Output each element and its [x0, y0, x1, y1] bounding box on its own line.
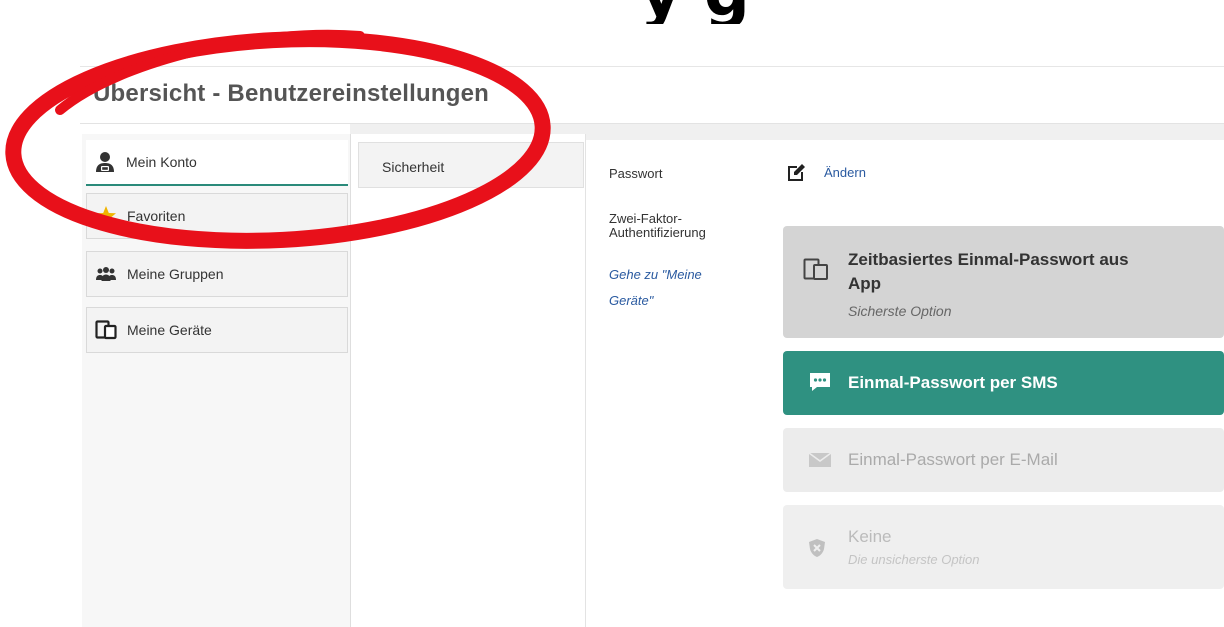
option-subtitle: Die unsicherste Option — [848, 552, 980, 567]
envelope-icon — [808, 452, 832, 473]
twofa-label-line2: Authentifizierung — [609, 225, 706, 240]
shield-x-icon — [808, 538, 826, 563]
tab-sicherheit[interactable]: Sicherheit — [358, 142, 584, 188]
option-title-line2: App — [848, 274, 882, 293]
sidebar-item-label: Meine Gruppen — [127, 266, 224, 282]
goto-devices-link-line1: Gehe zu "Meine — [609, 267, 702, 282]
page-title: Übersicht - Benutzereinstellungen — [93, 80, 489, 107]
change-password-link[interactable]: Ändern — [824, 165, 866, 180]
option-title: Einmal-Passwort per SMS — [848, 373, 1058, 392]
twofa-label-line1: Zwei-Faktor- — [609, 211, 682, 226]
sidebar-item-meine-geraete[interactable]: Meine Geräte — [86, 307, 348, 353]
sidebar-item-mein-konto[interactable]: Mein Konto — [86, 140, 348, 186]
sms-icon — [808, 371, 832, 398]
option-title: Zeitbasiertes Einmal-Passwort aus App — [848, 248, 1178, 296]
option-title: Keine — [848, 527, 892, 546]
option-email[interactable]: Einmal-Passwort per E-Mail — [783, 428, 1224, 492]
group-icon — [95, 263, 117, 285]
sidebar-item-favoriten[interactable]: Favoriten — [86, 193, 348, 239]
star-icon — [95, 205, 117, 227]
twofa-label: Zwei-Faktor- Authentifizierung — [609, 212, 706, 240]
option-title: Einmal-Passwort per E-Mail — [848, 450, 1058, 469]
sidebar-item-label: Mein Konto — [126, 154, 197, 170]
goto-devices-link-line2: Geräte" — [609, 293, 654, 308]
option-sms[interactable]: Einmal-Passwort per SMS — [783, 351, 1224, 415]
devices-icon — [803, 258, 829, 287]
sidebar-item-label: Meine Geräte — [127, 322, 212, 338]
devices-icon — [95, 319, 117, 341]
user-icon — [94, 151, 116, 173]
goto-devices-link[interactable]: Gehe zu "Meine Geräte" — [609, 262, 702, 314]
option-none[interactable]: Keine Die unsicherste Option — [783, 505, 1224, 589]
option-title-line1: Zeitbasiertes Einmal-Passwort aus — [848, 250, 1129, 269]
sub-nav-column — [351, 134, 586, 627]
option-totp-app[interactable]: Zeitbasiertes Einmal-Passwort aus App Si… — [783, 226, 1224, 338]
option-subtitle: Sicherste Option — [848, 303, 952, 319]
sidebar-item-label: Favoriten — [127, 208, 186, 224]
password-label: Passwort — [609, 166, 663, 181]
sidebar-item-meine-gruppen[interactable]: Meine Gruppen — [86, 251, 348, 297]
edit-icon[interactable] — [785, 162, 807, 189]
divider-top — [80, 66, 1224, 67]
cropped-heading: y g — [640, 0, 1200, 24]
